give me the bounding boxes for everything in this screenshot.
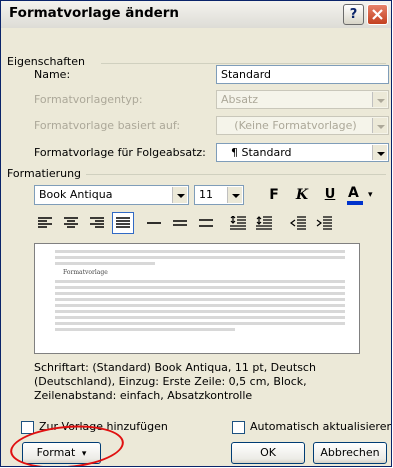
modify-style-dialog: Formatvorlage ändern ? Eigenschaften Nam… (0, 0, 392, 467)
style-type-select[interactable]: Absatz (216, 90, 389, 109)
based-on-select[interactable]: (Keine Formatvorlage) (216, 116, 389, 135)
font-size-value: 11 (199, 188, 213, 201)
ok-button[interactable]: OK (231, 442, 305, 464)
next-style-label: Formatvorlage für Folgeabsatz: (34, 146, 206, 159)
preview-line (55, 286, 345, 289)
preview-line (55, 250, 345, 253)
font-color-button[interactable]: A ▾ (345, 184, 379, 206)
chevron-down-icon (372, 92, 387, 107)
align-right-icon[interactable] (86, 212, 108, 234)
align-center-icon[interactable] (60, 212, 82, 234)
name-input[interactable]: Standard (216, 65, 389, 84)
preview-line (55, 310, 345, 313)
ok-button-label: OK (260, 446, 276, 459)
properties-group-label: Eigenschaften (7, 55, 89, 68)
cancel-button[interactable]: Abbrechen (313, 442, 387, 464)
help-button[interactable]: ? (343, 4, 364, 25)
style-description: Schriftart: (Standard) Book Antiqua, 11 … (34, 361, 316, 402)
space-after-icon[interactable] (253, 212, 275, 234)
dialog-title: Formatvorlage ändern (9, 5, 180, 21)
chevron-down-icon (372, 145, 387, 160)
auto-update-checkbox[interactable] (232, 421, 245, 434)
next-style-value: ¶ Standard (231, 146, 292, 159)
formatting-group-label: Formatierung (7, 167, 86, 180)
based-on-label: Formatvorlage basiert auf: (34, 119, 181, 132)
preview-line (55, 304, 345, 307)
chevron-down-icon (227, 187, 242, 203)
italic-button[interactable]: K (291, 184, 313, 206)
chevron-down-icon: ▾ (368, 190, 373, 200)
chevron-down-icon (372, 118, 387, 133)
preview-line (55, 256, 345, 259)
next-style-select[interactable]: ¶ Standard (216, 143, 389, 162)
preview-sample-title: Formatvorlage (63, 269, 108, 276)
font-select[interactable]: Book Antiqua (34, 185, 189, 205)
group-divider (86, 174, 386, 175)
preview-line (55, 262, 155, 265)
space-before-icon[interactable] (227, 212, 249, 234)
align-left-icon[interactable] (34, 212, 56, 234)
close-button[interactable] (367, 4, 388, 25)
color-swatch (347, 201, 363, 205)
font-size-select[interactable]: 11 (194, 185, 244, 205)
title-bar[interactable]: Formatvorlage ändern ? (1, 1, 391, 28)
based-on-value: (Keine Formatvorlage) (234, 119, 357, 132)
style-preview: Formatvorlage (34, 243, 360, 354)
preview-line (55, 328, 235, 331)
auto-update-label: Automatisch aktualisieren (250, 420, 392, 433)
name-value: Standard (221, 68, 272, 81)
preview-line (55, 292, 345, 295)
preview-line (55, 298, 345, 301)
increase-indent-icon[interactable] (313, 212, 335, 234)
style-type-value: Absatz (221, 93, 259, 106)
bold-button[interactable]: F (263, 184, 285, 206)
preview-line (55, 280, 345, 283)
cancel-button-label: Abbrechen (320, 446, 380, 459)
chevron-down-icon (172, 187, 187, 203)
style-type-label: Formatvorlagentyp: (34, 93, 143, 106)
font-value: Book Antiqua (39, 188, 113, 201)
underline-button[interactable]: U (319, 184, 341, 206)
preview-line (55, 316, 345, 319)
double-spacing-icon[interactable] (195, 212, 217, 234)
preview-line (55, 322, 345, 325)
help-icon: ? (349, 7, 358, 22)
group-divider (101, 63, 386, 64)
name-label: Name: (34, 68, 71, 81)
close-icon (372, 9, 383, 20)
single-spacing-icon[interactable] (143, 212, 165, 234)
justify-icon[interactable] (112, 212, 134, 234)
onehalf-spacing-icon[interactable] (169, 212, 191, 234)
decrease-indent-icon[interactable] (287, 212, 309, 234)
